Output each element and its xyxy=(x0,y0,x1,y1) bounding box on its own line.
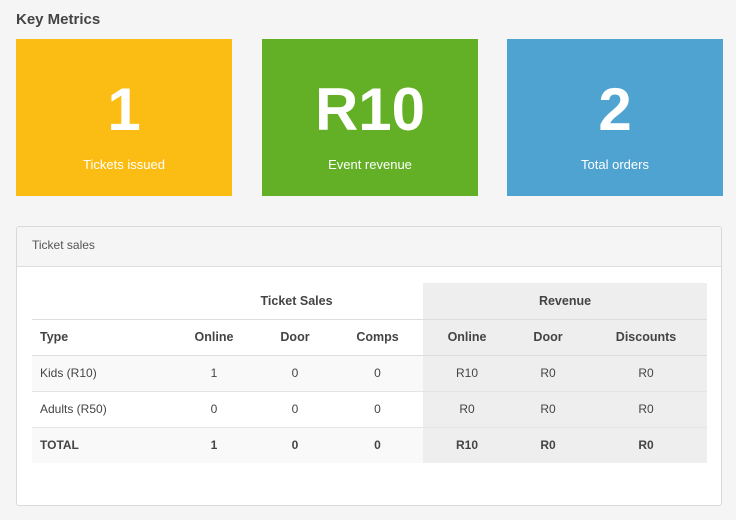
table-row: Kids (R10) 1 0 0 R10 R0 R0 xyxy=(32,355,708,392)
col-discounts: Discounts xyxy=(585,319,708,356)
metric-label: Tickets issued xyxy=(83,157,165,172)
cell-total-comps: 0 xyxy=(332,427,424,463)
cell-door: 0 xyxy=(258,391,332,428)
group-ticket-sales: Ticket Sales xyxy=(170,283,424,320)
col-comps: Comps xyxy=(332,319,424,356)
cell-total-discounts: R0 xyxy=(585,427,708,463)
cell-total-revenue-door: R0 xyxy=(511,427,586,463)
metric-value: 1 xyxy=(107,76,141,143)
col-type: Type xyxy=(32,319,170,356)
cell-total-label: TOTAL xyxy=(32,427,170,463)
table-row: Adults (R50) 0 0 0 R0 R0 R0 xyxy=(32,391,708,428)
metric-tickets-issued: 1 Tickets issued xyxy=(16,39,232,196)
cell-revenue-online: R0 xyxy=(423,391,512,428)
key-metrics-title: Key Metrics xyxy=(16,11,101,28)
dashboard-page: Key Metrics 1 Tickets issued R10 Event r… xyxy=(0,0,736,520)
metric-label: Event revenue xyxy=(328,157,412,172)
cell-discounts: R0 xyxy=(585,355,708,392)
metric-value: R10 xyxy=(314,76,426,143)
metric-value: 2 xyxy=(598,76,632,143)
column-header-row: Type Online Door Comps Online Door Disco… xyxy=(32,319,708,356)
cell-total-online: 1 xyxy=(170,427,258,463)
cell-online: 0 xyxy=(170,391,258,428)
group-header-row: Ticket Sales Revenue xyxy=(32,283,708,320)
ticket-sales-table: Ticket Sales Revenue Type Online Door Co… xyxy=(32,283,708,463)
cell-comps: 0 xyxy=(332,355,424,392)
metric-label: Total orders xyxy=(581,157,649,172)
ticket-sales-panel: Ticket sales Ticket Sales Revenue Type O… xyxy=(16,226,722,506)
empty-group-cell xyxy=(32,283,170,320)
total-row: TOTAL 1 0 0 R10 R0 R0 xyxy=(32,427,708,463)
col-online: Online xyxy=(170,319,258,356)
cell-door: 0 xyxy=(258,355,332,392)
metric-event-revenue: R10 Event revenue xyxy=(262,39,478,196)
cell-type: Kids (R10) xyxy=(32,355,170,392)
group-revenue: Revenue xyxy=(423,283,708,320)
panel-heading: Ticket sales xyxy=(17,227,721,267)
cell-type: Adults (R50) xyxy=(32,391,170,428)
cell-revenue-door: R0 xyxy=(511,391,586,428)
metric-total-orders: 2 Total orders xyxy=(507,39,723,196)
col-revenue-online: Online xyxy=(423,319,512,356)
cell-comps: 0 xyxy=(332,391,424,428)
cell-revenue-online: R10 xyxy=(423,355,512,392)
cell-online: 1 xyxy=(170,355,258,392)
col-door: Door xyxy=(258,319,332,356)
col-revenue-door: Door xyxy=(511,319,586,356)
cell-revenue-door: R0 xyxy=(511,355,586,392)
cell-total-revenue-online: R10 xyxy=(423,427,512,463)
cell-discounts: R0 xyxy=(585,391,708,428)
cell-total-door: 0 xyxy=(258,427,332,463)
